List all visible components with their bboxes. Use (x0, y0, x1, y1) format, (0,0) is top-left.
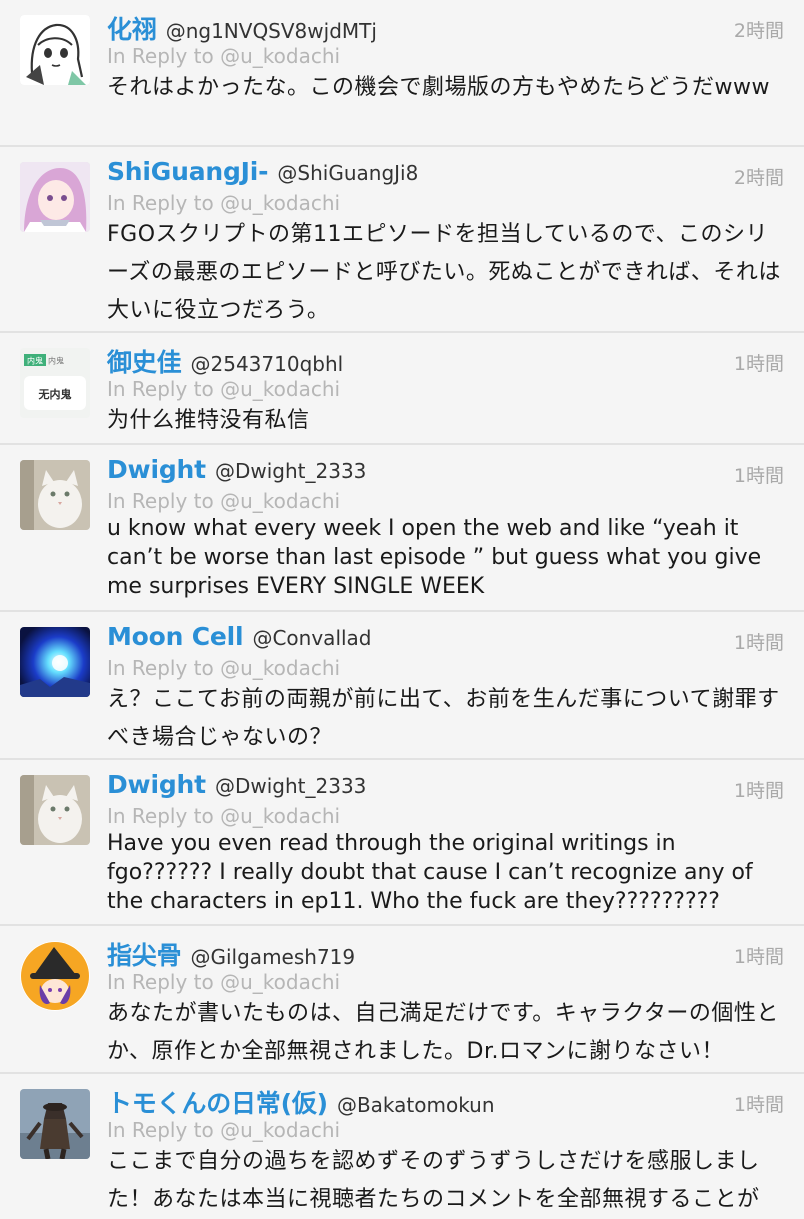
timestamp: 1時間 (733, 353, 784, 375)
timestamp: 1時間 (733, 946, 784, 968)
tweet[interactable]: Dwight @Dwight_2333 1時間 In Reply to @u_k… (0, 760, 804, 926)
in-reply-to[interactable]: In Reply to @u_kodachi (107, 656, 784, 680)
blue-glow-icon (20, 627, 90, 697)
timestamp: 2時間 (733, 167, 784, 189)
avatar[interactable] (20, 775, 90, 845)
tweet[interactable]: Moon Cell @Convallad 1時間 In Reply to @u_… (0, 612, 804, 760)
timeline: 化祤 @ng1NVQSV8wjdMTj 2時間 In Reply to @u_k… (0, 0, 804, 1212)
tweet-text: 为什么推特没有私信 (107, 408, 310, 433)
timestamp: 1時間 (733, 465, 784, 487)
tweet[interactable]: 内鬼 内鬼 无内鬼 御史佳 @2543710qbhl 1時間 In Reply … (0, 333, 804, 445)
tweet-header: Dwight @Dwight_2333 1時間 (107, 770, 784, 804)
tweet-header: Moon Cell @Convallad 1時間 (107, 622, 784, 656)
avatar[interactable]: 内鬼 内鬼 无内鬼 (20, 348, 90, 418)
tweet-content: Dwight @Dwight_2333 1時間 In Reply to @u_k… (107, 455, 784, 601)
screen-name[interactable]: @Bakatomokun (337, 1093, 495, 1117)
tweet-content: Moon Cell @Convallad 1時間 In Reply to @u_… (107, 622, 784, 757)
display-name[interactable]: Moon Cell (107, 622, 244, 651)
badge-text-green: 内鬼 (27, 356, 43, 366)
pink-hair-anime-icon (20, 162, 90, 232)
tweet-text: え？ここてお前の両親が前に出て、お前を生んだ事について謝罪すべき場合じゃないの？ (107, 687, 780, 750)
timestamp: 1時間 (733, 780, 784, 802)
display-name[interactable]: 指尖骨 (107, 941, 182, 970)
display-name[interactable]: 化祤 (107, 15, 157, 44)
screen-name[interactable]: @Dwight_2333 (215, 774, 366, 798)
tweet-content: トモくんの日常(仮) @Bakatomokun 1時間 In Reply to … (107, 1084, 784, 1219)
tweet-header: ShiGuangJi- @ShiGuangJi8 2時間 (107, 157, 784, 191)
text-badge-icon: 内鬼 内鬼 无内鬼 (20, 348, 90, 418)
tweet-header: Dwight @Dwight_2333 1時間 (107, 455, 784, 489)
badge-text-main: 无内鬼 (38, 387, 72, 401)
in-reply-to[interactable]: In Reply to @u_kodachi (107, 1118, 784, 1142)
screen-name[interactable]: @ng1NVQSV8wjdMTj (166, 19, 377, 43)
tweet-text: あなたが書いたものは、自己満足だけです。キャラクターの個性とか、原作とか全部無視… (107, 1001, 779, 1064)
witch-hat-icon (20, 941, 90, 1011)
tweet[interactable]: トモくんの日常(仮) @Bakatomokun 1時間 In Reply to … (0, 1074, 804, 1212)
avatar[interactable] (20, 627, 90, 697)
in-reply-to[interactable]: In Reply to @u_kodachi (107, 191, 784, 215)
tweet-text: ここまで自分の過ちを認めずそのずうずうしさだけを感服しました！あなたは本当に視聴… (107, 1149, 760, 1212)
screen-name[interactable]: @Convallad (252, 626, 371, 650)
avatar[interactable] (20, 941, 90, 1011)
display-name[interactable]: Dwight (107, 770, 206, 799)
anime-girl-sketch-icon (20, 15, 90, 85)
white-cat-icon (20, 775, 90, 845)
in-reply-to[interactable]: In Reply to @u_kodachi (107, 489, 784, 513)
tweet-header: トモくんの日常(仮) @Bakatomokun 1時間 (107, 1084, 784, 1118)
badge-text-gray: 内鬼 (48, 356, 64, 366)
tweet-text: Have you even read through the original … (107, 831, 753, 914)
screen-name[interactable]: @ShiGuangJi8 (277, 161, 418, 185)
display-name[interactable]: トモくんの日常(仮) (107, 1089, 328, 1118)
tweet-content: Dwight @Dwight_2333 1時間 In Reply to @u_k… (107, 770, 784, 916)
tweet-text: それはよかったな。この機会で劇場版の方もやめたらどうだwww (107, 75, 770, 100)
tweet[interactable]: 化祤 @ng1NVQSV8wjdMTj 2時間 In Reply to @u_k… (0, 0, 804, 147)
timestamp: 1時間 (733, 1094, 784, 1116)
tweet-text: u know what every week I open the web an… (107, 516, 762, 599)
in-reply-to[interactable]: In Reply to @u_kodachi (107, 804, 784, 828)
tweet-content: 御史佳 @2543710qbhl 1時間 In Reply to @u_koda… (107, 343, 784, 440)
tweet[interactable]: Dwight @Dwight_2333 1時間 In Reply to @u_k… (0, 445, 804, 612)
avatar[interactable] (20, 460, 90, 530)
in-reply-to[interactable]: In Reply to @u_kodachi (107, 970, 784, 994)
in-reply-to[interactable]: In Reply to @u_kodachi (107, 44, 784, 68)
timestamp: 2時間 (733, 20, 784, 42)
tweet-header: 化祤 @ng1NVQSV8wjdMTj 2時間 (107, 10, 784, 44)
avatar[interactable] (20, 15, 90, 85)
white-cat-icon (20, 460, 90, 530)
tweet-content: 指尖骨 @Gilgamesh719 1時間 In Reply to @u_kod… (107, 936, 784, 1071)
display-name[interactable]: 御史佳 (107, 348, 182, 377)
tweet-text: FGOスクリプトの第11エピソードを担当しているので、このシリーズの最悪のエピソ… (107, 222, 781, 323)
tweet-header: 御史佳 @2543710qbhl 1時間 (107, 343, 784, 377)
tweet-header: 指尖骨 @Gilgamesh719 1時間 (107, 936, 784, 970)
screen-name[interactable]: @2543710qbhl (191, 352, 344, 376)
hunter-figure-icon (20, 1089, 90, 1159)
tweet-content: 化祤 @ng1NVQSV8wjdMTj 2時間 In Reply to @u_k… (107, 10, 784, 107)
screen-name[interactable]: @Dwight_2333 (215, 459, 366, 483)
tweet[interactable]: ShiGuangJi- @ShiGuangJi8 2時間 In Reply to… (0, 147, 804, 333)
timestamp: 1時間 (733, 632, 784, 654)
tweet-content: ShiGuangJi- @ShiGuangJi8 2時間 In Reply to… (107, 157, 784, 330)
avatar[interactable] (20, 162, 90, 232)
display-name[interactable]: ShiGuangJi- (107, 157, 269, 186)
avatar[interactable] (20, 1089, 90, 1159)
screen-name[interactable]: @Gilgamesh719 (191, 945, 356, 969)
in-reply-to[interactable]: In Reply to @u_kodachi (107, 377, 784, 401)
display-name[interactable]: Dwight (107, 455, 206, 484)
tweet[interactable]: 指尖骨 @Gilgamesh719 1時間 In Reply to @u_kod… (0, 926, 804, 1074)
